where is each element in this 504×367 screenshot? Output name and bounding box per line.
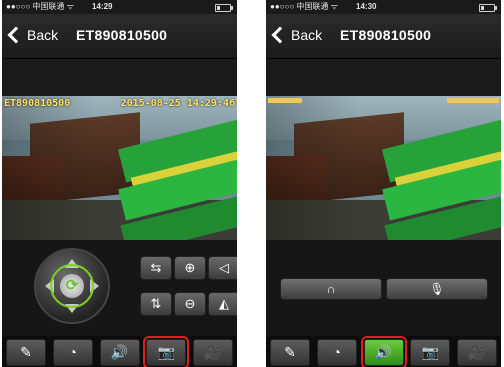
phone-screen-audio: ●●○○○ 中国联通 ᯤ 14:30 Back ET890810500 ∩ 🎙 … (266, 0, 501, 367)
tab-audio[interactable]: 🔊 (99, 339, 140, 366)
battery-icon (215, 4, 233, 12)
tab-snapshot[interactable]: 📷 (410, 339, 451, 366)
dashboard-gauge-icon: ◔ (332, 344, 341, 360)
tab-dashboard[interactable]: ◔ (52, 339, 93, 366)
tab-dashboard[interactable]: ◔ (316, 339, 357, 366)
osd-timestamp-blurred (447, 98, 499, 103)
tab-bar: ✎ ◔ 🔊 📷 🎥 (266, 336, 501, 367)
chevron-left-icon (7, 26, 25, 44)
microphone-icon: 🎙 (429, 282, 445, 296)
video-shade (2, 96, 237, 240)
carrier-signal: ●●○○○ 中国联通 ᯤ (270, 2, 338, 11)
megaphone-icon: ◁ (219, 260, 229, 275)
speaker-icon: 🔊 (110, 344, 129, 360)
joystick-center-button[interactable]: ⟳ (60, 274, 84, 298)
camera-icon: 📷 (157, 344, 175, 360)
tab-snapshot[interactable]: 📷 (143, 336, 190, 367)
clock: 14:30 (356, 2, 377, 11)
navigation-bar: Back ET890810500 (266, 14, 501, 59)
osd-timestamp: 2015-08-25 14:29:46 (120, 98, 235, 109)
phone-screen-ptz: ●●○○○ 中国联通 ᯤ 14:29 Back ET890810500 ET89… (2, 0, 237, 367)
zoom-in-button[interactable]: ⊕ (174, 256, 206, 280)
back-button[interactable]: Back (270, 24, 322, 46)
osd-camera-id-blurred (268, 98, 302, 103)
spacer (266, 59, 501, 96)
direction-joystick[interactable]: ⟳ (34, 248, 110, 324)
back-button[interactable]: Back (6, 24, 58, 46)
horizontal-flip-arrows-icon: ⇆ (150, 260, 162, 275)
tab-settings[interactable]: ✎ (270, 339, 310, 366)
chevron-left-icon (271, 26, 289, 44)
page-title: ET890810500 (76, 27, 168, 43)
speaker-icon: 🔊 (374, 344, 393, 360)
battery-icon (479, 4, 497, 12)
mirror-button[interactable]: ◭ (208, 292, 237, 316)
back-label: Back (27, 27, 59, 43)
tab-record[interactable]: 🎥 (457, 339, 497, 366)
camera-icon: 📷 (421, 344, 439, 360)
page-title: ET890810500 (340, 27, 432, 43)
tab-bar: ✎ ◔ 🔊 📷 🎥 (2, 336, 237, 367)
live-video-view[interactable]: ET890810500 2015-08-25 14:29:46 (2, 96, 237, 240)
zoom-in-icon: ⊕ (184, 260, 196, 275)
zoom-out-button[interactable]: ⊖ (174, 292, 206, 316)
refresh-icon: ⟳ (65, 277, 79, 294)
video-camera-icon: 🎥 (468, 344, 486, 360)
listen-button[interactable]: ∩ (280, 278, 382, 300)
zoom-out-icon: ⊖ (184, 296, 196, 311)
settings-tools-icon: ✎ (284, 344, 296, 360)
flip-vertical-button[interactable]: ⇅ (140, 292, 172, 316)
back-label: Back (291, 27, 323, 43)
live-video-view[interactable] (266, 96, 501, 240)
mirror-icon: ◭ (219, 296, 229, 311)
sound-button[interactable]: ◁ (208, 256, 237, 280)
tab-audio[interactable]: 🔊 (360, 336, 407, 367)
osd-camera-id: ET890810500 (4, 98, 71, 109)
carrier-signal: ●●○○○ 中国联通 ᯤ (6, 2, 74, 11)
ptz-control-panel: ⟳ ⇆ ⊕ ◁ ⇅ ⊖ ◭ (2, 240, 237, 336)
status-bar: ●●○○○ 中国联通 ᯤ 14:30 (266, 0, 501, 14)
tab-record[interactable]: 🎥 (193, 339, 233, 366)
spacer (2, 59, 237, 96)
flip-horizontal-button[interactable]: ⇆ (140, 256, 172, 280)
speak-button[interactable]: 🎙 (386, 278, 488, 300)
vertical-flip-arrows-icon: ⇅ (150, 296, 162, 311)
video-camera-icon: 🎥 (204, 344, 222, 360)
clock: 14:29 (92, 2, 113, 11)
dashboard-gauge-icon: ◔ (68, 344, 77, 360)
tab-settings[interactable]: ✎ (6, 339, 46, 366)
headphones-icon: ∩ (326, 282, 336, 296)
status-bar: ●●○○○ 中国联通 ᯤ 14:29 (2, 0, 237, 14)
navigation-bar: Back ET890810500 (2, 14, 237, 59)
settings-tools-icon: ✎ (20, 344, 32, 360)
video-shade (266, 96, 501, 240)
